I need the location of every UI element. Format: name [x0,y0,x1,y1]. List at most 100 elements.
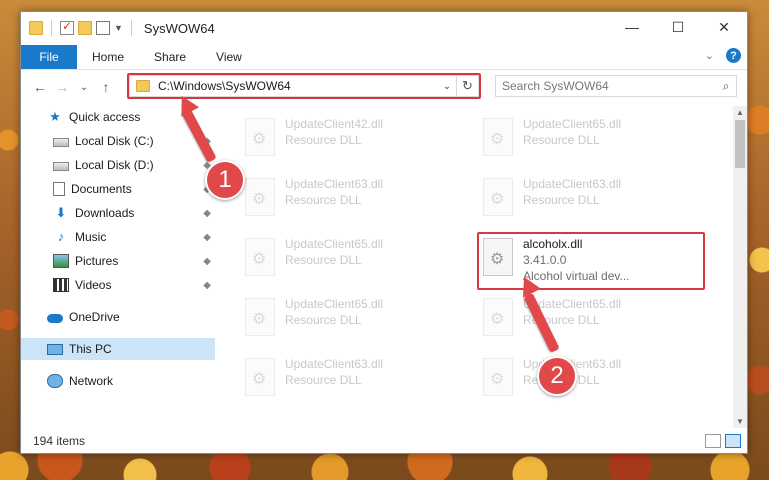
sidebar-item-local-disk-c[interactable]: Local Disk (C:) ◆ [21,130,215,152]
minimize-button[interactable]: — [609,12,655,42]
file-tile[interactable]: UpdateClient42.dll Resource DLL [245,116,465,166]
file-tile[interactable]: UpdateClient65.dll Resource DLL [245,296,465,346]
scroll-down-icon[interactable]: ▼ [733,417,747,426]
maximize-button[interactable]: ☐ [655,12,701,42]
title-bar: ▼ SysWOW64 — ☐ ✕ [21,12,747,44]
sidebar-item-label: Documents [71,182,132,196]
vertical-scrollbar[interactable]: ▲ ▼ [733,106,747,428]
dll-file-icon [483,118,513,156]
pin-icon[interactable]: ◆ [203,280,211,291]
file-tile[interactable]: UpdateClient63.dllResource DLL [483,356,703,406]
ribbon-right: ⌄ ? [705,48,741,63]
file-type: Resource DLL [285,133,362,147]
videos-icon [53,278,69,292]
sidebar-item-label: Music [75,230,107,244]
sidebar-item-network[interactable]: Network [21,370,215,392]
recent-locations-button[interactable]: ⌄ [73,82,95,93]
sidebar-item-label: Pictures [75,254,119,268]
file-type: Resource DLL [523,193,600,207]
tab-view[interactable]: View [201,50,257,64]
folder-icon [29,21,43,35]
file-type: Resource DLL [523,133,600,147]
file-highlight [477,232,705,290]
file-name: UpdateClient65.dll [523,117,622,131]
new-folder-icon[interactable] [78,21,92,35]
dll-file-icon [245,358,275,396]
drive-icon [53,161,69,171]
file-tile[interactable]: UpdateClient65.dllResource DLL [483,296,703,346]
file-name: UpdateClient65.dll [285,297,384,311]
ribbon-tabs: File Home Share View ⌄ ? [21,44,747,70]
sidebar-item-documents[interactable]: Documents ◆ [21,178,215,200]
cloud-icon [47,313,63,323]
sidebar-item-local-disk-d[interactable]: Local Disk (D:) ◆ [21,154,215,176]
tab-home[interactable]: Home [77,50,139,64]
file-type: Resource DLL [285,253,362,267]
pin-icon[interactable]: ◆ [203,232,211,243]
dll-file-icon [245,178,275,216]
sidebar-item-label: OneDrive [69,310,120,324]
file-name: UpdateClient42.dll [285,117,384,131]
sidebar-item-downloads[interactable]: ⬇ Downloads ◆ [21,202,215,224]
large-icons-view-icon[interactable] [725,434,741,448]
pin-icon[interactable]: ◆ [203,208,211,219]
documents-icon [53,182,65,196]
details-view-icon[interactable] [705,434,721,448]
chevron-down-icon[interactable]: ▼ [114,23,123,33]
customize-toolbar-icon[interactable] [96,21,110,35]
sidebar-item-music[interactable]: ♪ Music ◆ [21,226,215,248]
pc-icon [47,343,63,355]
file-tile[interactable]: UpdateClient65.dllResource DLL [245,236,465,286]
forward-button[interactable]: → [51,79,73,95]
pictures-icon [53,254,69,268]
file-type: Resource DLL [285,313,362,327]
sidebar-item-label: Downloads [75,206,135,220]
quick-access-toolbar: ▼ [29,19,136,36]
search-input[interactable] [502,79,716,93]
sidebar-item-onedrive[interactable]: OneDrive [21,306,215,328]
pin-icon[interactable]: ◆ [203,256,211,267]
toolbar-divider [130,20,132,36]
close-button[interactable]: ✕ [701,12,747,42]
scroll-thumb[interactable] [735,120,745,168]
window-controls: — ☐ ✕ [609,12,747,42]
scroll-up-icon[interactable]: ▲ [733,108,747,117]
file-name: UpdateClient63.dll [523,177,622,191]
dll-file-icon [483,298,513,336]
file-tile[interactable]: UpdateClient63.dll Resource DLL [483,176,703,226]
file-tile[interactable]: UpdateClient63.dll Resource DLL [245,356,465,406]
sidebar-item-pictures[interactable]: Pictures ◆ [21,250,215,272]
file-list: UpdateClient42.dll Resource DLL UpdateCli… [221,106,735,416]
tab-share[interactable]: Share [139,50,201,64]
file-name: UpdateClient63.dll [285,177,384,191]
sidebar-item-label: Quick access [69,110,141,124]
file-tile[interactable]: UpdateClient65.dll Resource DLL [483,116,703,166]
navigation-pane: ★ Quick access Local Disk (C:) ◆ Local D… [21,106,217,416]
sidebar-item-videos[interactable]: Videos ◆ [21,274,215,296]
file-name: UpdateClient63.dll [285,357,384,371]
address-highlight [127,73,481,99]
status-bar: 194 items [21,429,747,453]
dll-file-icon [483,178,513,216]
callout-step-2: 2 [537,356,577,396]
collapse-ribbon-icon[interactable]: ⌄ [705,49,714,62]
music-icon: ♪ [57,229,65,244]
up-button[interactable]: ↑ [95,79,117,95]
star-icon: ★ [49,109,61,124]
back-button[interactable]: ← [29,79,51,95]
sidebar-item-label: This PC [69,342,112,356]
dll-file-icon [245,118,275,156]
sidebar-item-this-pc[interactable]: This PC [21,338,215,360]
item-count: 194 items [33,434,86,448]
tab-file[interactable]: File [21,44,77,69]
navigation-bar: ← → ⌄ ↑ C:\Windows\SysWOW64 ⌄ ↻ ⌕ [21,72,747,102]
file-explorer-window: ▼ SysWOW64 — ☐ ✕ File Home Share View ⌄ … [20,11,748,454]
dll-file-icon [483,358,513,396]
properties-icon[interactable] [60,19,74,35]
search-box[interactable]: ⌕ [495,75,737,97]
file-type: Resource DLL [285,373,362,387]
help-icon[interactable]: ? [726,48,741,63]
search-icon[interactable]: ⌕ [716,79,736,94]
dll-file-icon [245,238,275,276]
file-tile[interactable]: UpdateClient63.dllResource DLL [245,176,465,226]
